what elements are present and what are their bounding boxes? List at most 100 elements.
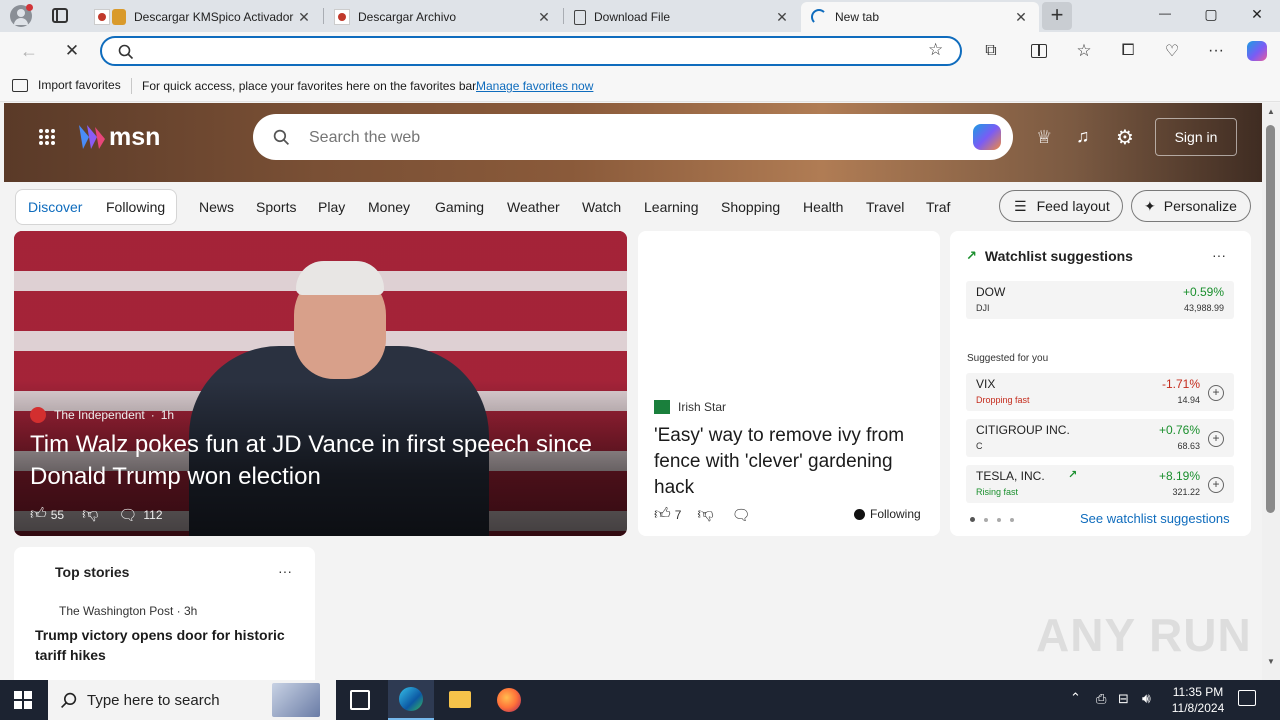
nav-traffic[interactable]: Traf bbox=[926, 199, 950, 215]
msn-logo[interactable]: msn bbox=[75, 121, 160, 153]
stock-change: +0.76% bbox=[1158, 423, 1200, 437]
like-icon[interactable]: 👍︎ bbox=[654, 505, 671, 524]
close-tab-icon[interactable]: ✕ bbox=[774, 9, 790, 26]
back-icon[interactable]: ← bbox=[18, 40, 40, 62]
comment-icon[interactable]: 🗨︎ bbox=[118, 506, 137, 524]
feed-layout-button[interactable]: ☰ Feed layout bbox=[999, 190, 1123, 222]
scroll-up-arrow-icon[interactable]: ▲ bbox=[1267, 107, 1275, 116]
ethernet-icon[interactable]: ⊟ bbox=[1118, 691, 1129, 707]
notifications-bell-icon[interactable]: ♫ bbox=[1076, 126, 1090, 147]
favorites-bar: Import favorites For quick access, place… bbox=[0, 70, 1280, 102]
personalize-button[interactable]: ✦ Personalize bbox=[1131, 190, 1251, 222]
msn-search-box[interactable] bbox=[253, 114, 1013, 160]
nav-travel[interactable]: Travel bbox=[866, 199, 904, 215]
comment-icon[interactable]: 🗨︎ bbox=[732, 506, 751, 524]
manage-favorites-link[interactable]: Manage favorites now bbox=[476, 79, 593, 93]
split-screen-icon[interactable] bbox=[1028, 40, 1050, 62]
more-options-icon[interactable]: ··· bbox=[278, 563, 292, 579]
minimize-button[interactable]: — bbox=[1150, 6, 1180, 20]
tab-title: Descargar Archivo bbox=[358, 10, 457, 24]
rewards-trophy-icon[interactable]: ♕ bbox=[1036, 127, 1052, 148]
msn-wordmark: msn bbox=[109, 122, 161, 151]
tab-actions-icon[interactable] bbox=[52, 8, 68, 23]
firefox-icon[interactable] bbox=[497, 688, 521, 712]
carousel-dots[interactable] bbox=[970, 517, 1014, 522]
dislike-icon[interactable]: 👎︎ bbox=[82, 505, 98, 524]
nav-shopping[interactable]: Shopping bbox=[721, 199, 780, 215]
side-story-card[interactable]: Irish Star 'Easy' way to remove ivy from… bbox=[638, 231, 940, 536]
stock-sub: DJI bbox=[976, 303, 990, 313]
dislike-icon[interactable]: 👎︎ bbox=[697, 505, 713, 524]
clock[interactable]: 11:35 PM 11/8/2024 bbox=[1166, 684, 1230, 716]
page-scrollbar[interactable]: ▲ ▼ bbox=[1262, 103, 1280, 680]
favorite-star-icon[interactable]: ☆ bbox=[928, 40, 943, 60]
like-icon[interactable]: 👍︎ bbox=[30, 505, 47, 524]
nav-money[interactable]: Money bbox=[368, 199, 410, 215]
scroll-down-arrow-icon[interactable]: ▼ bbox=[1267, 657, 1275, 666]
address-input[interactable] bbox=[144, 41, 904, 61]
new-tab-button[interactable]: + bbox=[1042, 2, 1072, 30]
tab-following[interactable]: Following bbox=[106, 199, 165, 215]
extensions-icon[interactable]: ⧉ bbox=[980, 40, 1002, 62]
tab-kmspico[interactable]: Descargar KMSpico Activador ✕ bbox=[84, 2, 322, 32]
watchlist-row-vix[interactable]: VIX Dropping fast -1.71% 14.94 bbox=[966, 373, 1234, 411]
watchlist-row-citigroup[interactable]: CITIGROUP INC. C +0.76% 68.63 bbox=[966, 419, 1234, 457]
profile-icon[interactable] bbox=[10, 4, 33, 27]
address-bar[interactable]: ☆ bbox=[100, 36, 962, 66]
network-icon[interactable]: ⎙ bbox=[1096, 691, 1106, 707]
copilot-icon[interactable] bbox=[973, 124, 1001, 150]
favorites-icon[interactable]: ☆ bbox=[1073, 40, 1095, 62]
close-tab-icon[interactable]: ✕ bbox=[296, 9, 312, 26]
maximize-button[interactable]: ▢ bbox=[1196, 6, 1226, 23]
hero-story-card[interactable]: The Independent · 1h Tim Walz pokes fun … bbox=[14, 231, 627, 536]
add-vix-button[interactable]: + bbox=[1208, 385, 1224, 401]
tab-download-file[interactable]: Download File ✕ bbox=[564, 2, 800, 32]
notifications-icon[interactable] bbox=[1238, 690, 1256, 706]
nav-gaming[interactable]: Gaming bbox=[435, 199, 484, 215]
scroll-thumb[interactable] bbox=[1266, 125, 1275, 513]
start-button[interactable] bbox=[14, 691, 32, 709]
browser-essentials-icon[interactable]: ♡ bbox=[1161, 40, 1183, 62]
close-window-button[interactable]: ✕ bbox=[1242, 6, 1272, 23]
story-source: Irish Star bbox=[678, 400, 727, 414]
nav-watch[interactable]: Watch bbox=[582, 199, 621, 215]
import-favorites-button[interactable]: Import favorites bbox=[12, 78, 121, 92]
taskbar-search-box[interactable]: Type here to search bbox=[48, 680, 336, 720]
watchlist-row-dow[interactable]: DOW DJI +0.59% 43,988.99 bbox=[966, 281, 1234, 319]
tab-discover[interactable]: Discover bbox=[28, 199, 82, 215]
nav-news[interactable]: News bbox=[199, 199, 234, 215]
collections-icon[interactable]: ⧠ bbox=[1117, 40, 1139, 62]
story-headline[interactable]: 'Easy' way to remove ivy from fence with… bbox=[654, 423, 924, 501]
stop-loading-icon[interactable]: ✕ bbox=[61, 40, 83, 62]
file-explorer-icon[interactable] bbox=[449, 691, 471, 708]
add-tesla-button[interactable]: + bbox=[1208, 477, 1224, 493]
add-citigroup-button[interactable]: + bbox=[1208, 431, 1224, 447]
more-options-icon[interactable]: ··· bbox=[1212, 247, 1226, 263]
settings-gear-icon[interactable]: ⚙ bbox=[1116, 125, 1134, 150]
watchlist-row-tesla[interactable]: TESLA, INC. ↗ Rising fast +8.19% 321.22 bbox=[966, 465, 1234, 503]
tab-descargar-archivo[interactable]: Descargar Archivo ✕ bbox=[324, 2, 562, 32]
close-tab-icon[interactable]: ✕ bbox=[1013, 9, 1029, 26]
volume-icon[interactable]: 🔊︎ bbox=[1142, 690, 1151, 707]
nav-sports[interactable]: Sports bbox=[256, 199, 296, 215]
edge-taskbar-icon[interactable] bbox=[388, 680, 434, 720]
tab-new-tab[interactable]: New tab ✕ bbox=[801, 2, 1039, 32]
close-tab-icon[interactable]: ✕ bbox=[536, 9, 552, 26]
watchlist-title: Watchlist suggestions bbox=[984, 248, 1133, 264]
nav-weather[interactable]: Weather bbox=[507, 199, 560, 215]
app-launcher-icon[interactable] bbox=[38, 128, 56, 146]
story-headline[interactable]: Trump victory opens door for historic ta… bbox=[35, 625, 285, 665]
nav-play[interactable]: Play bbox=[318, 199, 345, 215]
more-options-icon[interactable]: ··· bbox=[1205, 40, 1227, 62]
copilot-icon[interactable] bbox=[1246, 40, 1268, 62]
task-view-icon[interactable] bbox=[350, 690, 370, 710]
stock-sub: C bbox=[976, 441, 983, 451]
story-headline[interactable]: Tim Walz pokes fun at JD Vance in first … bbox=[30, 429, 610, 493]
sign-in-button[interactable]: Sign in bbox=[1155, 118, 1237, 156]
msn-search-input[interactable] bbox=[309, 127, 909, 149]
nav-learning[interactable]: Learning bbox=[644, 199, 699, 215]
tray-chevron-icon[interactable]: ⌃ bbox=[1070, 690, 1081, 706]
following-label[interactable]: Following bbox=[870, 507, 921, 521]
nav-health[interactable]: Health bbox=[803, 199, 843, 215]
see-watchlist-link[interactable]: See watchlist suggestions bbox=[1080, 511, 1230, 526]
